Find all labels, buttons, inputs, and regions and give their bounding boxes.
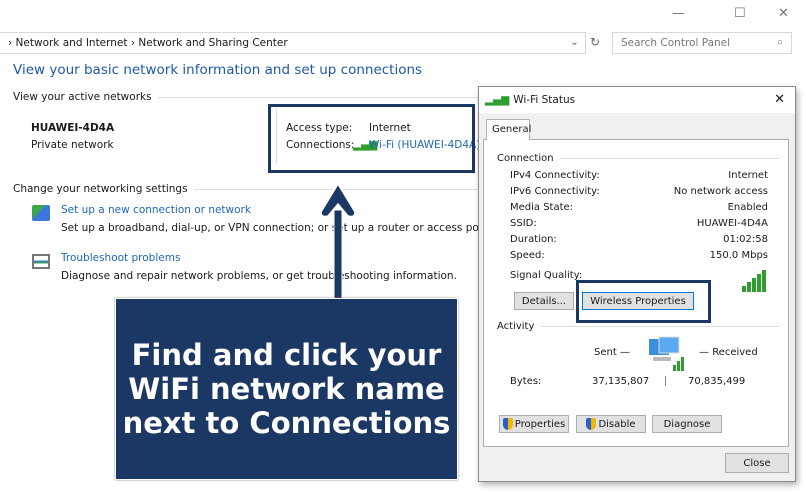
- wifi-signal-icon: ▂▄▆: [485, 94, 510, 106]
- bytes-received: 70,835,499: [688, 376, 746, 387]
- chevron-right-icon: ›: [8, 37, 16, 49]
- dialog-close-icon[interactable]: ✕: [774, 92, 785, 107]
- search-input[interactable]: Search Control Panel ⌕: [612, 32, 792, 54]
- sent-label: Sent —: [594, 347, 630, 358]
- network-type: Private network: [31, 139, 114, 151]
- info-row: IPv4 Connectivity: Internet: [510, 170, 768, 181]
- minimize-button[interactable]: —: [672, 6, 685, 21]
- info-row: Speed: 150.0 Mbps: [510, 250, 768, 261]
- search-placeholder: Search Control Panel: [621, 37, 731, 49]
- troubleshoot-icon: [32, 254, 50, 269]
- bytes-sent: 37,135,807: [592, 376, 650, 387]
- close-button[interactable]: Close: [725, 453, 789, 473]
- dialog-titlebar: ▂▄▆ Wi-Fi Status ✕: [479, 87, 795, 113]
- maximize-button[interactable]: ☐: [734, 6, 746, 21]
- uac-shield-icon: [502, 418, 513, 430]
- page-title: View your basic network information and …: [13, 62, 423, 78]
- arrow-up-icon: [320, 182, 356, 302]
- refresh-icon[interactable]: ↻: [590, 35, 600, 49]
- highlight-box-wireless-properties: [576, 280, 711, 323]
- info-row: IPv6 Connectivity: No network access: [510, 186, 768, 197]
- disable-button[interactable]: Disable: [576, 415, 646, 433]
- info-row: SSID: HUAWEI-4D4A: [510, 218, 768, 229]
- properties-button[interactable]: Properties: [499, 415, 569, 433]
- active-networks-header: View your active networks: [13, 91, 488, 103]
- network-computers-icon: [649, 336, 684, 371]
- troubleshoot-desc: Diagnose and repair network problems, or…: [61, 270, 457, 282]
- change-settings-header: Change your networking settings: [13, 183, 494, 195]
- troubleshoot-link[interactable]: Troubleshoot problems: [61, 252, 180, 264]
- breadcrumb-network-internet[interactable]: Network and Internet: [16, 37, 128, 49]
- tab-general[interactable]: General: [486, 119, 531, 140]
- breadcrumb-sharing-center[interactable]: Network and Sharing Center: [138, 37, 287, 49]
- received-label: — Received: [699, 347, 758, 358]
- setup-connection-link[interactable]: Set up a new connection or network: [61, 204, 251, 216]
- diagnose-button[interactable]: Diagnose: [652, 415, 722, 433]
- network-name: HUAWEI-4D4A: [31, 122, 115, 134]
- details-button[interactable]: Details...: [514, 292, 574, 310]
- highlight-box-connections: [268, 104, 475, 173]
- connection-header: Connection: [497, 153, 780, 164]
- close-window-button[interactable]: ✕: [778, 6, 789, 21]
- address-bar[interactable]: › Network and Internet › Network and Sha…: [0, 32, 586, 54]
- info-row: Media State: Enabled: [510, 202, 768, 213]
- dialog-title: Wi-Fi Status: [513, 94, 576, 106]
- instruction-callout: Find and click your WiFi network name ne…: [115, 298, 458, 480]
- new-connection-icon: [32, 205, 50, 221]
- uac-shield-icon: [586, 418, 597, 430]
- search-icon[interactable]: ⌕: [777, 36, 783, 49]
- dropdown-chevron-icon[interactable]: ⌄: [570, 36, 579, 48]
- signal-quality-icon: [742, 270, 766, 292]
- divider: [665, 376, 666, 386]
- setup-connection-desc: Set up a broadband, dial-up, or VPN conn…: [61, 222, 496, 234]
- info-row: Duration: 01:02:58: [510, 234, 768, 245]
- bytes-label: Bytes:: [510, 376, 542, 387]
